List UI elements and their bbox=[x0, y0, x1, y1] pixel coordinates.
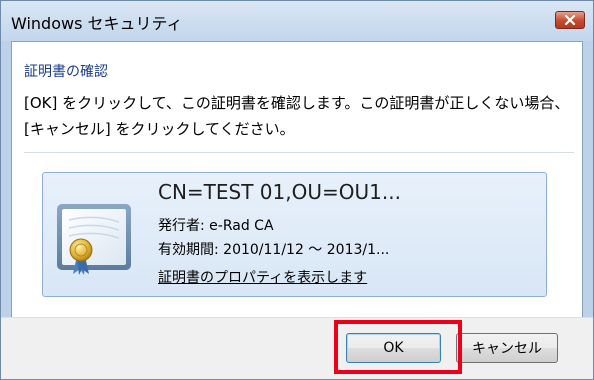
ok-button[interactable]: OK bbox=[346, 333, 441, 363]
certificate-name: CN=TEST 01,OU=OU1... bbox=[158, 180, 401, 204]
security-dialog: Windows セキュリティ 証明書の確認 [OK] をクリックして、この証明書… bbox=[0, 0, 594, 380]
title-bar[interactable]: Windows セキュリティ bbox=[1, 1, 593, 41]
dialog-message: [OK] をクリックして、この証明書を確認します。この証明書が正しくない場合、[… bbox=[24, 94, 570, 138]
separator bbox=[24, 152, 574, 153]
button-bar: OK キャンセル bbox=[1, 317, 593, 379]
certificate-issuer: 発行者: e-Rad CA bbox=[158, 218, 274, 234]
close-button[interactable] bbox=[555, 11, 585, 29]
certificate-tile[interactable]: CN=TEST 01,OU=OU1... 発行者: e-Rad CA 有効期間:… bbox=[42, 172, 547, 297]
dialog-heading: 証明書の確認 bbox=[24, 64, 108, 80]
certificate-icon bbox=[57, 204, 131, 275]
cancel-button[interactable]: キャンセル bbox=[456, 333, 558, 363]
certificate-properties-link[interactable]: 証明書のプロパティを表示します bbox=[158, 267, 367, 287]
certificate-validity: 有効期間: 2010/11/12 ～ 2013/1... bbox=[158, 242, 390, 258]
window-title: Windows セキュリティ bbox=[11, 14, 183, 33]
close-icon bbox=[564, 15, 576, 25]
